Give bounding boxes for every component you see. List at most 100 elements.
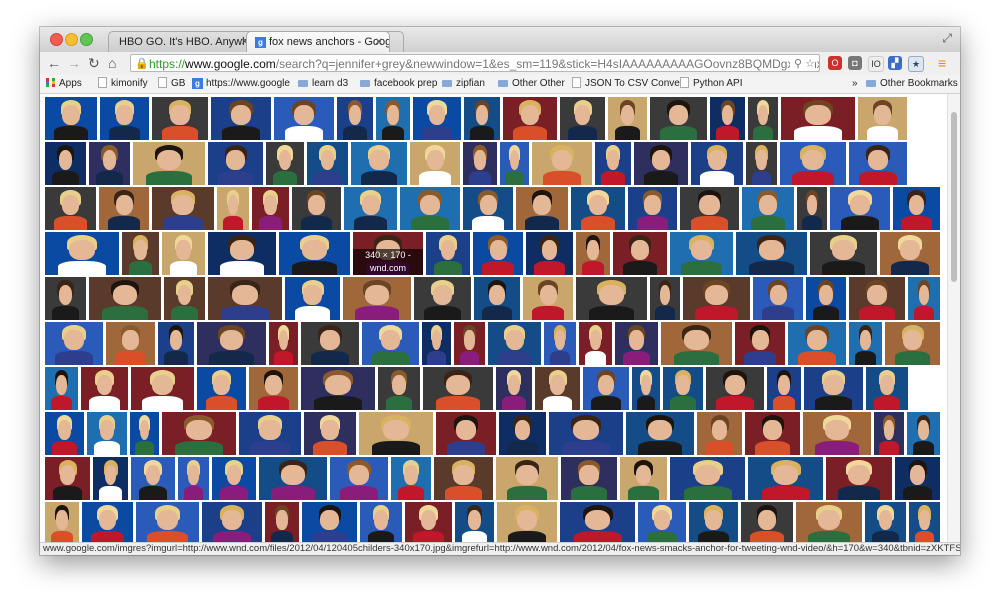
image-thumbnail[interactable] [152,97,208,140]
tab-hbo-go[interactable]: HBO GO. It's HBO. Anywhe ✕ [108,31,256,52]
image-thumbnail[interactable] [265,502,299,544]
minimize-window-button[interactable] [65,33,78,46]
image-thumbnail[interactable] [576,232,610,275]
image-thumbnail[interactable] [87,412,127,455]
image-thumbnail[interactable] [266,142,304,185]
image-thumbnail[interactable] [434,457,493,500]
image-thumbnail[interactable] [208,142,263,185]
image-thumbnail[interactable] [907,412,940,455]
image-thumbnail[interactable] [608,97,647,140]
image-thumbnail[interactable] [885,322,940,365]
image-thumbnail[interactable] [252,187,289,230]
image-thumbnail[interactable] [523,277,573,320]
image-thumbnail[interactable] [908,277,940,320]
image-thumbnail[interactable] [503,97,557,140]
star-extension-icon[interactable]: ★ [908,56,924,72]
image-thumbnail[interactable] [285,277,340,320]
image-thumbnail[interactable] [670,232,733,275]
image-thumbnail[interactable] [82,502,133,544]
image-thumbnail[interactable] [579,322,612,365]
image-thumbnail[interactable] [464,97,500,140]
image-thumbnail[interactable] [634,142,688,185]
image-thumbnail[interactable] [488,322,541,365]
image-thumbnail[interactable] [680,187,739,230]
home-icon[interactable]: ⌂ [108,54,116,72]
image-thumbnail[interactable] [626,412,694,455]
tab-google-images[interactable]: g fox news anchors - Googl ✕ [246,31,390,52]
forward-icon[interactable]: → [67,54,81,72]
menu-icon[interactable]: ≡ [938,54,946,72]
image-thumbnail[interactable] [615,322,658,365]
image-thumbnail[interactable] [208,232,276,275]
bookmark-zipfian[interactable]: zipfian [442,75,485,93]
image-thumbnail[interactable] [849,277,905,320]
image-thumbnail[interactable] [89,142,130,185]
image-thumbnail[interactable] [274,97,334,140]
image-thumbnail[interactable] [351,142,407,185]
image-thumbnail[interactable] [767,367,801,410]
fullscreen-icon[interactable]: ⤢ [942,31,952,46]
image-thumbnail[interactable] [670,457,745,500]
image-thumbnail[interactable] [499,412,546,455]
image-thumbnail[interactable] [497,502,557,544]
image-thumbnail[interactable] [496,457,558,500]
image-thumbnail[interactable] [158,322,194,365]
image-thumbnail[interactable] [337,97,373,140]
image-thumbnail[interactable] [454,322,485,365]
image-thumbnail[interactable] [45,412,84,455]
image-thumbnail[interactable] [106,322,155,365]
image-thumbnail[interactable] [302,502,357,544]
image-thumbnail[interactable] [178,457,209,500]
image-thumbnail[interactable] [748,457,823,500]
close-window-button[interactable] [50,33,63,46]
scrollbar-thumb[interactable] [951,112,957,282]
image-thumbnail[interactable] [526,232,573,275]
image-thumbnail[interactable] [583,367,629,410]
image-thumbnail[interactable] [849,322,882,365]
image-thumbnail[interactable] [89,277,161,320]
image-thumbnail[interactable] [532,142,592,185]
image-thumbnail[interactable] [735,322,785,365]
image-thumbnail[interactable] [455,502,494,544]
image-thumbnail[interactable] [810,232,877,275]
image-thumbnail[interactable] [45,232,119,275]
image-thumbnail[interactable] [858,97,907,140]
image-thumbnail[interactable] [710,97,745,140]
image-thumbnail[interactable] [410,142,460,185]
reload-icon[interactable]: ↻ [88,54,100,72]
image-thumbnail[interactable] [849,142,907,185]
image-thumbnail[interactable] [650,277,680,320]
image-thumbnail[interactable] [423,367,493,410]
image-thumbnail[interactable] [560,97,605,140]
image-thumbnail[interactable] [426,232,470,275]
image-thumbnail[interactable] [595,142,631,185]
image-thumbnail[interactable] [405,502,452,544]
image-thumbnail[interactable] [780,142,846,185]
image-thumbnail[interactable] [576,277,647,320]
image-thumbnail[interactable] [796,502,862,544]
image-thumbnail[interactable] [748,97,778,140]
search-icon[interactable]: ⚲ [794,58,802,70]
bookmark-google[interactable]: g https://www.google [192,75,290,93]
close-tab-icon[interactable]: ✕ [375,32,383,52]
image-thumbnail[interactable] [45,502,79,544]
image-thumbnail[interactable] [797,187,827,230]
zoom-window-button[interactable] [80,33,93,46]
image-thumbnail[interactable] [45,322,103,365]
image-thumbnail[interactable] [628,187,677,230]
image-thumbnail[interactable] [874,412,904,455]
image-thumbnail[interactable] [136,502,199,544]
image-thumbnail[interactable] [650,97,707,140]
image-thumbnail[interactable] [753,277,803,320]
image-thumbnail[interactable] [893,187,940,230]
image-thumbnail[interactable] [909,502,940,544]
image-thumbnail[interactable] [697,412,742,455]
image-thumbnail[interactable] [742,187,794,230]
bookmark-python-api[interactable]: Python API [680,75,742,93]
image-thumbnail[interactable] [362,322,419,365]
io-extension-icon[interactable]: IO [868,56,884,72]
image-thumbnail[interactable] [880,232,940,275]
image-thumbnail[interactable] [788,322,846,365]
image-thumbnail[interactable] [638,502,686,544]
image-thumbnail[interactable] [830,187,890,230]
